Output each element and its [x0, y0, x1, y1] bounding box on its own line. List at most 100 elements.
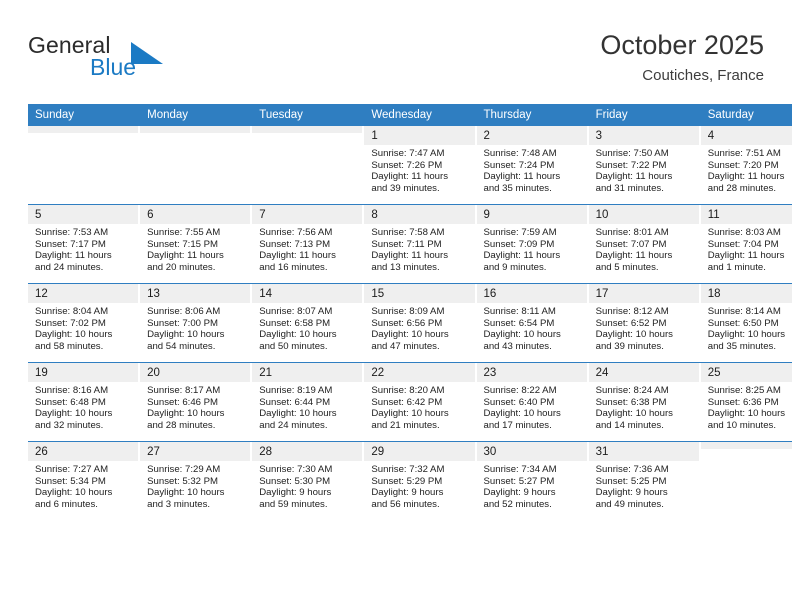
daylight-text-cont: and 50 minutes.: [259, 340, 328, 352]
calendar-day-cell[interactable]: 25 Sunrise: 8:25 AM Sunset: 6:36 PM Dayligh…: [700, 362, 792, 442]
day-number: [252, 126, 363, 133]
sunrise-text: Sunrise: 7:30 AM: [259, 464, 333, 475]
calendar-day-cell[interactable]: 18 Sunrise: 8:14 AM Sunset: 6:50 PM Dayligh…: [700, 283, 792, 363]
calendar-day-cell[interactable]: 6 Sunrise: 7:55 AM Sunset: 7:15 PM Daylight…: [140, 204, 253, 284]
day-number: 9: [476, 205, 587, 224]
calendar-day-cell[interactable]: 13 Sunrise: 8:06 AM Sunset: 7:00 PM Dayligh…: [140, 283, 253, 363]
calendar-day-cell[interactable]: 26 Sunrise: 7:27 AM Sunset: 5:34 PM Dayligh…: [28, 441, 141, 520]
sunrise-text: Sunrise: 7:48 AM: [483, 148, 557, 159]
sunrise-text: Sunrise: 8:25 AM: [707, 385, 781, 396]
day-cell-inner: 12 Sunrise: 8:04 AM Sunset: 7:02 PM Dayligh…: [28, 284, 139, 362]
day-cell-inner: 30 Sunrise: 7:34 AM Sunset: 5:27 PM Dayligh…: [476, 442, 587, 520]
calendar-day-cell[interactable]: 31 Sunrise: 7:36 AM Sunset: 5:25 PM Dayligh…: [588, 441, 701, 520]
calendar-day-cell[interactable]: 1 Sunrise: 7:47 AM Sunset: 7:26 PM Daylight…: [364, 126, 477, 205]
calendar-day-cell[interactable]: 14 Sunrise: 8:07 AM Sunset: 6:58 PM Dayligh…: [252, 283, 365, 363]
calendar-day-cell[interactable]: 11 Sunrise: 8:03 AM Sunset: 7:04 PM Dayligh…: [700, 204, 792, 284]
day-details: Sunrise: 7:32 AM Sunset: 5:29 PM Daylight:…: [364, 461, 474, 510]
sunset-text: Sunset: 6:58 PM: [259, 317, 331, 329]
day-details: Sunrise: 7:48 AM Sunset: 7:24 PM Daylight:…: [477, 145, 587, 194]
calendar-day-cell[interactable]: 5 Sunrise: 7:53 AM Sunset: 7:17 PM Daylight…: [28, 204, 141, 284]
day-number: 4: [700, 126, 792, 145]
day-details: Sunrise: 8:22 AM Sunset: 6:40 PM Daylight:…: [477, 382, 587, 431]
general-blue-logo[interactable]: General Blue: [28, 32, 198, 88]
calendar-day-cell[interactable]: 20 Sunrise: 8:17 AM Sunset: 6:46 PM Dayligh…: [140, 362, 253, 442]
calendar-day-cell[interactable]: 8 Sunrise: 7:58 AM Sunset: 7:11 PM Daylight…: [364, 204, 477, 284]
calendar-day-cell[interactable]: 29 Sunrise: 7:32 AM Sunset: 5:29 PM Dayligh…: [364, 441, 477, 520]
sunset-text: Sunset: 6:38 PM: [595, 396, 667, 408]
calendar-day-cell[interactable]: 21 Sunrise: 8:19 AM Sunset: 6:44 PM Dayligh…: [252, 362, 365, 442]
calendar-day-cell[interactable]: 10 Sunrise: 8:01 AM Sunset: 7:07 PM Dayligh…: [588, 204, 701, 284]
daylight-text-cont: and 54 minutes.: [147, 340, 216, 352]
daylight-text: Daylight: 11 hours: [483, 171, 561, 183]
calendar-day-cell[interactable]: 24 Sunrise: 8:24 AM Sunset: 6:38 PM Dayligh…: [588, 362, 701, 442]
sunset-text: Sunset: 6:44 PM: [259, 396, 331, 408]
day-cell-inner: 1 Sunrise: 7:47 AM Sunset: 7:26 PM Daylight…: [364, 126, 475, 204]
daylight-text: Daylight: 11 hours: [371, 250, 448, 262]
sunrise-text: Sunrise: 7:36 AM: [595, 464, 669, 475]
day-cell-inner: 22 Sunrise: 8:20 AM Sunset: 6:42 PM Dayligh…: [364, 363, 475, 441]
calendar-week-row: 1 Sunrise: 7:47 AM Sunset: 7:26 PM Daylight…: [28, 126, 792, 205]
day-number: 26: [28, 442, 139, 461]
day-details: Sunrise: 7:51 AM Sunset: 7:20 PM Daylight:…: [701, 145, 792, 194]
day-details: Sunrise: 7:47 AM Sunset: 7:26 PM Daylight:…: [364, 145, 474, 194]
calendar-day-cell[interactable]: 19 Sunrise: 8:16 AM Sunset: 6:48 PM Dayligh…: [28, 362, 141, 442]
sunset-text: Sunset: 5:32 PM: [147, 475, 219, 487]
daylight-text: Daylight: 11 hours: [35, 250, 112, 262]
day-cell-inner: 14 Sunrise: 8:07 AM Sunset: 6:58 PM Dayligh…: [252, 284, 363, 362]
day-cell-inner: 15 Sunrise: 8:09 AM Sunset: 6:56 PM Dayligh…: [364, 284, 475, 362]
day-number: [28, 126, 139, 133]
calendar-day-cell[interactable]: 15 Sunrise: 8:09 AM Sunset: 6:56 PM Dayligh…: [364, 283, 477, 363]
day-number: 31: [588, 442, 699, 461]
daylight-text: Daylight: 10 hours: [35, 487, 113, 499]
calendar-day-cell[interactable]: 28 Sunrise: 7:30 AM Sunset: 5:30 PM Dayligh…: [252, 441, 365, 520]
calendar-day-cell[interactable]: 16 Sunrise: 8:11 AM Sunset: 6:54 PM Dayligh…: [476, 283, 589, 363]
calendar-day-cell: [28, 126, 141, 205]
calendar-day-cell[interactable]: 22 Sunrise: 8:20 AM Sunset: 6:42 PM Dayligh…: [364, 362, 477, 442]
daylight-text-cont: and 16 minutes.: [259, 261, 328, 273]
daylight-text-cont: and 21 minutes.: [371, 419, 440, 431]
calendar-day-cell[interactable]: 2 Sunrise: 7:48 AM Sunset: 7:24 PM Daylight…: [476, 126, 589, 205]
day-details: Sunrise: 7:50 AM Sunset: 7:22 PM Daylight:…: [589, 145, 699, 194]
sunrise-text: Sunrise: 7:47 AM: [371, 148, 445, 159]
day-number: [700, 442, 792, 449]
day-number: 28: [252, 442, 363, 461]
calendar-day-cell[interactable]: 30 Sunrise: 7:34 AM Sunset: 5:27 PM Dayligh…: [476, 441, 589, 520]
sunset-text: Sunset: 5:29 PM: [371, 475, 443, 487]
calendar-day-cell[interactable]: 27 Sunrise: 7:29 AM Sunset: 5:32 PM Dayligh…: [140, 441, 253, 520]
day-cell-inner: 3 Sunrise: 7:50 AM Sunset: 7:22 PM Daylight…: [588, 126, 699, 204]
calendar-day-cell: [140, 126, 253, 205]
sunrise-text: Sunrise: 7:34 AM: [483, 464, 557, 475]
calendar-day-cell[interactable]: 12 Sunrise: 8:04 AM Sunset: 7:02 PM Dayligh…: [28, 283, 141, 363]
sunset-text: Sunset: 6:40 PM: [483, 396, 555, 408]
sunrise-text: Sunrise: 8:19 AM: [259, 385, 333, 396]
day-cell-inner: 29 Sunrise: 7:32 AM Sunset: 5:29 PM Dayligh…: [364, 442, 475, 520]
day-cell-inner: 24 Sunrise: 8:24 AM Sunset: 6:38 PM Dayligh…: [588, 363, 699, 441]
logo-text-blue: Blue: [90, 54, 137, 80]
weekday-header-sunday: Sunday: [28, 104, 141, 126]
calendar-day-cell[interactable]: 17 Sunrise: 8:12 AM Sunset: 6:52 PM Dayligh…: [588, 283, 701, 363]
day-cell-inner: 5 Sunrise: 7:53 AM Sunset: 7:17 PM Daylight…: [28, 205, 139, 283]
daylight-text-cont: and 58 minutes.: [35, 340, 104, 352]
calendar-day-cell[interactable]: 4 Sunrise: 7:51 AM Sunset: 7:20 PM Daylight…: [700, 126, 792, 205]
day-number: 13: [140, 284, 251, 303]
day-number: 30: [476, 442, 587, 461]
day-number: 18: [700, 284, 792, 303]
day-details: Sunrise: 8:12 AM Sunset: 6:52 PM Daylight:…: [589, 303, 699, 352]
day-details: Sunrise: 7:34 AM Sunset: 5:27 PM Daylight:…: [477, 461, 587, 510]
calendar-day-cell[interactable]: 7 Sunrise: 7:56 AM Sunset: 7:13 PM Daylight…: [252, 204, 365, 284]
page-header: General Blue October 2025 Coutiches, Fra…: [28, 28, 764, 94]
day-details: Sunrise: 8:19 AM Sunset: 6:44 PM Daylight:…: [252, 382, 362, 431]
calendar-day-cell[interactable]: 3 Sunrise: 7:50 AM Sunset: 7:22 PM Daylight…: [588, 126, 701, 205]
sunrise-text: Sunrise: 7:56 AM: [259, 227, 333, 238]
daylight-text: Daylight: 11 hours: [595, 171, 673, 183]
day-cell-inner: 13 Sunrise: 8:06 AM Sunset: 7:00 PM Dayligh…: [140, 284, 251, 362]
calendar-day-cell[interactable]: 23 Sunrise: 8:22 AM Sunset: 6:40 PM Dayligh…: [476, 362, 589, 442]
daylight-text-cont: and 13 minutes.: [371, 261, 440, 273]
day-number: 16: [476, 284, 587, 303]
daylight-text: Daylight: 11 hours: [483, 250, 561, 262]
sunrise-text: Sunrise: 8:12 AM: [595, 306, 669, 317]
sunrise-text: Sunrise: 8:01 AM: [595, 227, 669, 238]
day-details: Sunrise: 7:56 AM Sunset: 7:13 PM Daylight:…: [252, 224, 362, 273]
calendar-day-cell[interactable]: 9 Sunrise: 7:59 AM Sunset: 7:09 PM Daylight…: [476, 204, 589, 284]
day-details: Sunrise: 8:07 AM Sunset: 6:58 PM Daylight:…: [252, 303, 362, 352]
